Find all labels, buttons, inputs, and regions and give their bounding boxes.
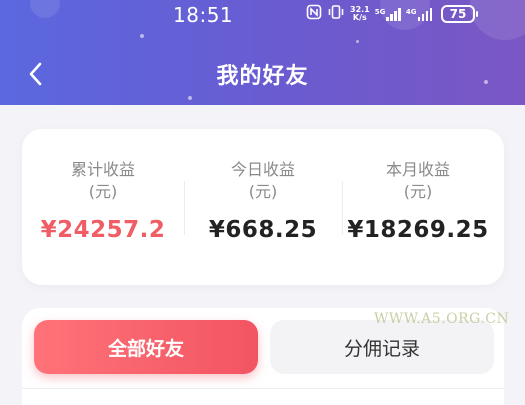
watermark-text: WWW.A5.ORG.CN [374, 311, 510, 327]
network-speed: 32.1 K/s [350, 6, 370, 22]
stat-label: 今日收益 [230, 160, 295, 179]
net-label-4g: 4G [405, 7, 417, 16]
battery-icon: 75 [441, 5, 478, 23]
stat-label: 本月收益 [385, 160, 450, 179]
panel-divider [22, 388, 504, 389]
vibrate-icon [327, 4, 345, 24]
signal-icon [386, 7, 401, 21]
earnings-summary-card: 累计收益 (元) ¥24257.2 今日收益 (元) ¥668.25 本月收益 … [22, 129, 504, 285]
signal-4g: 4G [405, 7, 432, 21]
stat-unit: (元) [88, 182, 118, 201]
stat-today-earnings: 今日收益 (元) ¥668.25 [188, 159, 338, 243]
tab-commission-records[interactable]: 分佣记录 [270, 320, 494, 374]
stat-divider [184, 181, 185, 235]
stat-value: ¥18269.25 [347, 217, 489, 243]
signal-5g: 5G [374, 7, 401, 21]
decor-dot [140, 34, 144, 38]
signal-icon [417, 7, 432, 21]
status-icons: 32.1 K/s 5G 4G 75 [306, 4, 478, 24]
net-label-5g: 5G [374, 7, 386, 16]
page-title: 我的好友 [216, 64, 309, 89]
stat-unit: (元) [403, 182, 433, 201]
decor-dot [356, 40, 359, 43]
status-time: 18:51 [173, 3, 234, 27]
status-bar: 18:51 32.1 K/s 5G 4G 75 [0, 0, 525, 28]
speed-unit: K/s [352, 13, 367, 22]
stat-month-earnings: 本月收益 (元) ¥18269.25 [343, 159, 493, 243]
decor-dot [188, 96, 192, 100]
tab-all-friends[interactable]: 全部好友 [34, 320, 258, 374]
header-bar: 18:51 32.1 K/s 5G 4G 75 我的好友 [0, 0, 525, 105]
stat-value: ¥24257.2 [40, 217, 166, 243]
stat-unit: (元) [248, 182, 278, 201]
battery-level: 75 [449, 7, 467, 21]
nfc-icon [306, 4, 322, 24]
stat-label: 累计收益 [70, 160, 135, 179]
stat-total-earnings: 累计收益 (元) ¥24257.2 [28, 159, 178, 243]
stat-value: ¥668.25 [208, 217, 318, 243]
